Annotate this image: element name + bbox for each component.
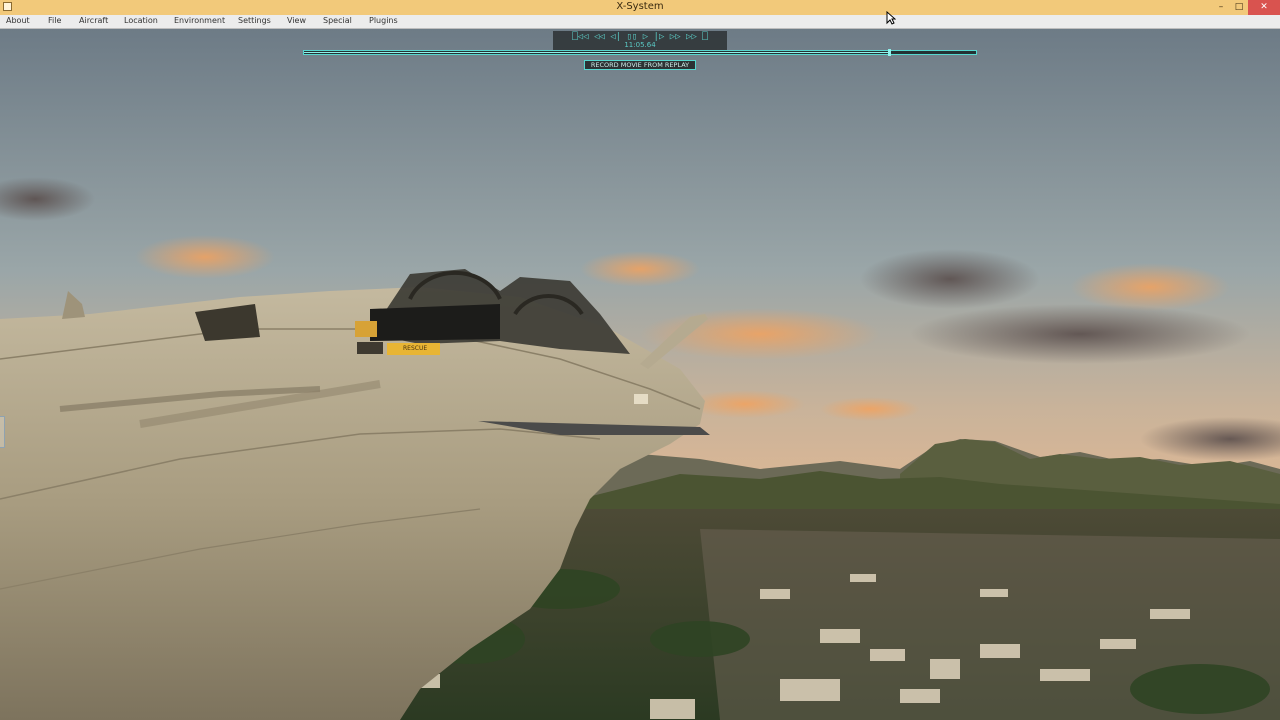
close-button[interactable]: ✕ <box>1248 0 1280 15</box>
menu-file[interactable]: File <box>48 16 61 25</box>
menu-environment[interactable]: Environment <box>174 16 225 25</box>
maximize-button[interactable]: □ <box>1230 0 1248 15</box>
mouse-cursor-icon <box>886 11 896 25</box>
menu-settings[interactable]: Settings <box>238 16 271 25</box>
replay-time: 11:05.64 <box>624 41 656 49</box>
rescue-label: RESCUE <box>403 345 428 352</box>
menu-aircraft[interactable]: Aircraft <box>79 16 108 25</box>
menu-bar: About File Aircraft Location Environment… <box>0 15 1280 29</box>
scene-render <box>0 29 1280 720</box>
minimize-button[interactable]: – <box>1212 0 1230 15</box>
timeline-scrubber[interactable] <box>887 49 891 56</box>
replay-timeline[interactable] <box>303 49 977 56</box>
replay-control-panel: ⎕◁◁ ◁◁ ◁| ▯▯ ▷ |▷ ▷▷ ▷▷ ⎕ 11:05.64 <box>553 31 727 50</box>
menu-special[interactable]: Special <box>323 16 352 25</box>
title-bar: X-System – □ ✕ <box>0 0 1280 15</box>
simulator-viewport[interactable]: RESCUE <box>0 29 1280 720</box>
side-panel-handle[interactable] <box>0 416 5 448</box>
menu-plugins[interactable]: Plugins <box>369 16 398 25</box>
timeline-progress <box>304 52 889 53</box>
menu-view[interactable]: View <box>287 16 306 25</box>
window-title: X-System <box>616 1 664 12</box>
menu-location[interactable]: Location <box>124 16 158 25</box>
record-movie-button[interactable]: RECORD MOVIE FROM REPLAY <box>584 60 696 70</box>
menu-about[interactable]: About <box>6 16 30 25</box>
